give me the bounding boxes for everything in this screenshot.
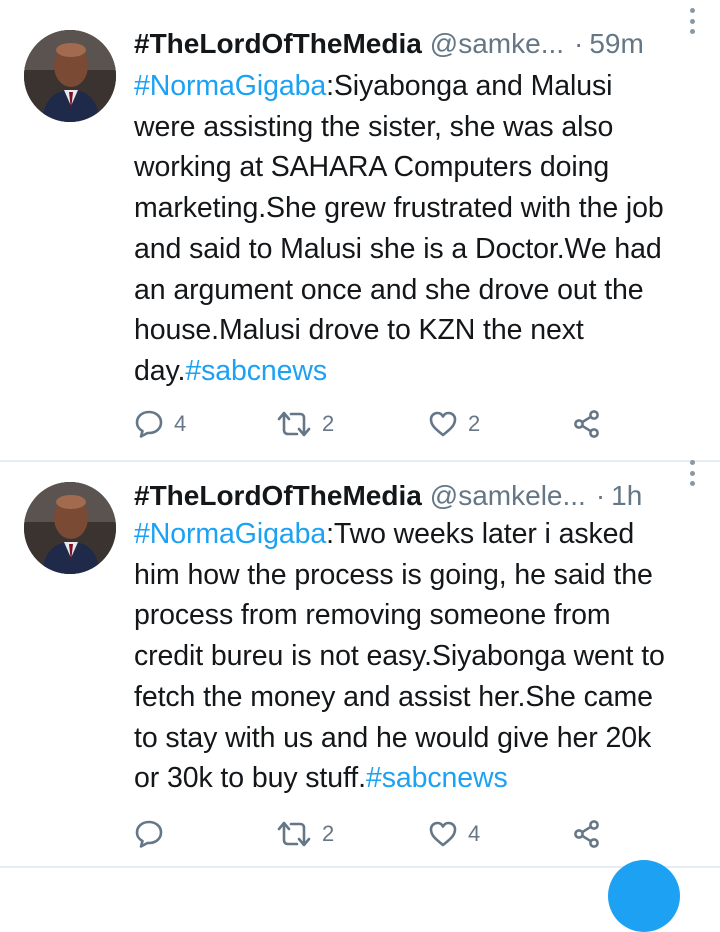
display-name[interactable]: #TheLordOfTheMedia	[134, 476, 422, 516]
separator-dot: ·	[595, 480, 606, 511]
reply-icon	[135, 410, 163, 438]
compose-tweet-button[interactable]	[608, 860, 680, 932]
reply-button[interactable]	[134, 814, 174, 854]
more-vertical-icon[interactable]	[682, 8, 702, 34]
tweet-text-segment: an argument once and she drove out the	[134, 273, 644, 306]
tweet-text-segment: credit bureu is not easy.Siyabonga went …	[134, 640, 665, 673]
share-button[interactable]	[572, 404, 602, 444]
reply-count: 4	[174, 411, 187, 436]
tweet-text-line: to stay with us and he would give her 20…	[134, 718, 706, 759]
tweet-text-line: him how the process is going, he said th…	[134, 555, 706, 596]
timestamp[interactable]: 59m	[589, 24, 643, 64]
tweet-text-segment: house.Malusi drove to KZN the next	[134, 314, 584, 347]
tweet-text-line: #NormaGigaba:Two weeks later i asked	[134, 514, 706, 555]
tweet-text-line: or 30k to buy stuff.#sabcnews	[134, 758, 706, 799]
tweet-text-line: an argument once and she drove out the	[134, 270, 706, 311]
tweet-text-line: marketing.She grew frustrated with the j…	[134, 188, 706, 229]
tweet-text-segment: were assisting the sister, she was also	[134, 110, 614, 143]
tweet[interactable]: #TheLordOfTheMedia @samke... · 59m #Norm…	[0, 0, 720, 460]
tweet-text-line: house.Malusi drove to KZN the next	[134, 310, 706, 351]
tweet-text-segment: :Two weeks later i asked	[326, 518, 635, 550]
avatar-image	[24, 30, 116, 122]
hashtag-link[interactable]: #NormaGigaba	[134, 70, 326, 102]
tweet-text: #NormaGigaba:Two weeks later i asked him …	[134, 514, 706, 799]
retweet-icon	[277, 411, 311, 437]
timestamp[interactable]: 1h	[611, 476, 642, 516]
tweet-actions: 2 4	[134, 814, 614, 854]
tweet-text-line: and said to Malusi she is a Doctor.We ha…	[134, 229, 706, 270]
divider	[0, 866, 720, 868]
more-vertical-icon[interactable]	[682, 460, 702, 486]
like-button[interactable]: 2	[428, 404, 480, 444]
separator-dot: ·	[574, 28, 584, 59]
retweet-button[interactable]: 2	[276, 814, 334, 854]
tweet-actions: 4 2 2	[134, 404, 614, 444]
hashtag-link[interactable]: #NormaGigaba	[134, 518, 326, 550]
tweet-text-segment: process from removing someone from	[134, 599, 611, 632]
share-icon	[574, 820, 599, 848]
tweet-text-segment: or 30k to buy stuff.	[134, 762, 366, 795]
like-button[interactable]: 4	[428, 814, 480, 854]
like-count: 4	[468, 821, 481, 846]
tweet-text-line: fetch the money and assist her.She came	[134, 677, 706, 718]
reply-button[interactable]: 4	[134, 404, 186, 444]
heart-icon	[429, 411, 457, 437]
tweet-text-segment: day.	[134, 354, 186, 387]
tweet-text-line: were assisting the sister, she was also	[134, 107, 706, 148]
display-name[interactable]: #TheLordOfTheMedia	[134, 24, 422, 64]
tweet[interactable]: #TheLordOfTheMedia @samkele... · 1h #Nor…	[0, 460, 720, 866]
retweet-count: 2	[322, 821, 335, 846]
tweet-text-line: working at SAHARA Computers doing	[134, 147, 706, 188]
tweet-text-segment: and said to Malusi she is a Doctor.We ha…	[134, 232, 662, 265]
tweet-text-segment: him how the process is going, he said th…	[134, 558, 653, 591]
tweet-text-line: day.#sabcnews	[134, 351, 706, 392]
avatar[interactable]	[24, 482, 116, 574]
tweet-text-segment: working at SAHARA Computers doing	[134, 151, 610, 184]
avatar-image	[24, 482, 116, 574]
reply-icon	[135, 820, 163, 848]
retweet-icon	[277, 821, 311, 847]
share-button[interactable]	[572, 814, 602, 854]
retweet-button[interactable]: 2	[276, 404, 334, 444]
retweet-count: 2	[322, 411, 335, 436]
heart-icon	[429, 821, 457, 847]
tweet-text-segment: marketing.She grew frustrated with the j…	[134, 192, 664, 225]
tweet-text-line: process from removing someone from	[134, 595, 706, 636]
user-handle[interactable]: @samke...	[430, 24, 564, 64]
avatar[interactable]	[24, 30, 116, 122]
share-icon	[574, 410, 599, 438]
tweet-text-segment: to stay with us and he would give her 20…	[134, 721, 652, 754]
tweet-text-line: credit bureu is not easy.Siyabonga went …	[134, 636, 706, 677]
tweet-text-segment: fetch the money and assist her.She came	[134, 680, 653, 713]
user-handle[interactable]: @samkele...	[430, 476, 586, 516]
like-count: 2	[468, 411, 481, 436]
tweet-text: #NormaGigaba:Siyabonga and Malusi were as…	[134, 66, 706, 392]
tweet-text-segment: :Siyabonga and Malusi	[326, 70, 613, 102]
hashtag-link[interactable]: #sabcnews	[366, 762, 508, 794]
tweet-text-line: #NormaGigaba:Siyabonga and Malusi	[134, 66, 706, 107]
hashtag-link[interactable]: #sabcnews	[185, 355, 327, 387]
